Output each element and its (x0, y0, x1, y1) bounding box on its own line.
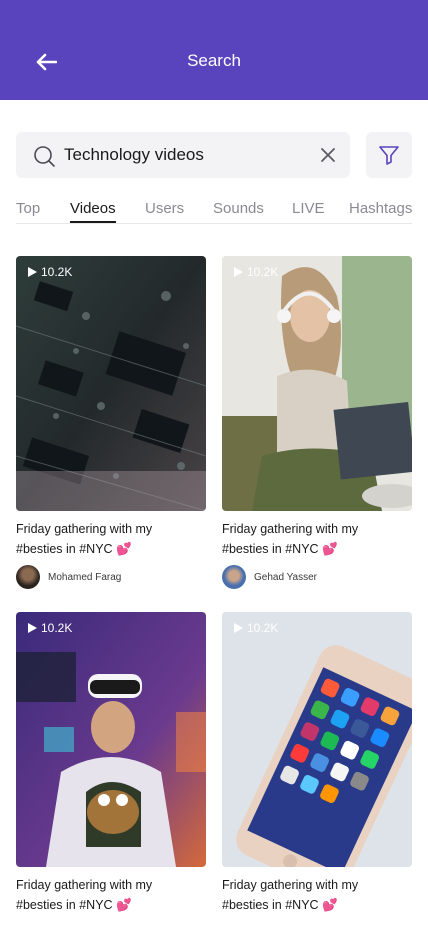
video-caption: Friday gathering with my #besties in #NY… (16, 875, 206, 915)
play-icon (234, 623, 243, 633)
page-title: Search (187, 51, 241, 70)
active-tab-indicator (70, 221, 116, 223)
video-card[interactable]: 10.2K Friday gathering with my #besties … (222, 612, 412, 915)
video-card[interactable]: 10.2K Friday gathering with my #besties … (16, 256, 206, 589)
author[interactable]: Mohamed Farag (16, 565, 206, 589)
video-card[interactable]: 10.2K Friday gathering with my #besties … (222, 256, 412, 589)
search-box[interactable] (16, 132, 350, 178)
video-card[interactable]: 10.2K Friday gathering with my #besties … (16, 612, 206, 915)
caption-line: Friday gathering with my (222, 522, 359, 536)
view-count-label: 10.2K (41, 265, 73, 279)
smartphone-image (222, 612, 412, 867)
avatar (16, 565, 40, 589)
play-icon (28, 267, 37, 277)
search-row (16, 132, 412, 178)
video-thumbnail-woman-headphones[interactable]: 10.2K (222, 256, 412, 511)
caption-line: #besties in #NYC 💕 (222, 898, 338, 912)
caption-line: #besties in #NYC 💕 (222, 542, 338, 556)
author-name: Mohamed Farag (48, 571, 122, 583)
boy-vr-headset-image (16, 612, 206, 867)
view-count-label: 10.2K (41, 621, 73, 635)
avatar (222, 565, 246, 589)
view-count: 10.2K (234, 621, 278, 635)
search-icon (34, 146, 55, 167)
tab-users[interactable]: Users (145, 200, 184, 217)
close-icon[interactable] (318, 145, 338, 165)
app-header: Search (0, 0, 428, 100)
video-thumbnail-smartphone[interactable]: 10.2K (222, 612, 412, 867)
video-thumbnail-circuit-board[interactable]: 10.2K (16, 256, 206, 511)
tab-sounds[interactable]: Sounds (213, 200, 264, 217)
video-caption: Friday gathering with my #besties in #NY… (222, 519, 412, 559)
view-count: 10.2K (234, 265, 278, 279)
play-icon (234, 267, 243, 277)
video-thumbnail-vr-headset[interactable]: 10.2K (16, 612, 206, 867)
view-count: 10.2K (28, 265, 72, 279)
tab-hashtags[interactable]: Hashtags (349, 200, 412, 217)
caption-line: Friday gathering with my (222, 878, 359, 892)
caption-line: #besties in #NYC 💕 (16, 542, 132, 556)
search-input[interactable] (64, 132, 304, 178)
author-name: Gehad Yasser (254, 571, 318, 583)
tab-top[interactable]: Top (16, 200, 40, 217)
view-count-label: 10.2K (247, 621, 279, 635)
caption-line: Friday gathering with my (16, 522, 153, 536)
search-tabs: Top Videos Users Sounds LIVE Hashtags (16, 198, 412, 224)
circuit-board-image (16, 256, 206, 511)
tab-videos[interactable]: Videos (70, 200, 116, 217)
video-caption: Friday gathering with my #besties in #NY… (16, 519, 206, 559)
caption-line: Friday gathering with my (16, 878, 153, 892)
play-icon (28, 623, 37, 633)
woman-headphones-image (222, 256, 412, 511)
view-count: 10.2K (28, 621, 72, 635)
view-count-label: 10.2K (247, 265, 279, 279)
tab-live[interactable]: LIVE (292, 200, 325, 217)
video-caption: Friday gathering with my #besties in #NY… (222, 875, 412, 915)
filter-icon (379, 146, 399, 165)
caption-line: #besties in #NYC 💕 (16, 898, 132, 912)
author[interactable]: Gehad Yasser (222, 565, 412, 589)
filter-button[interactable] (366, 132, 412, 178)
